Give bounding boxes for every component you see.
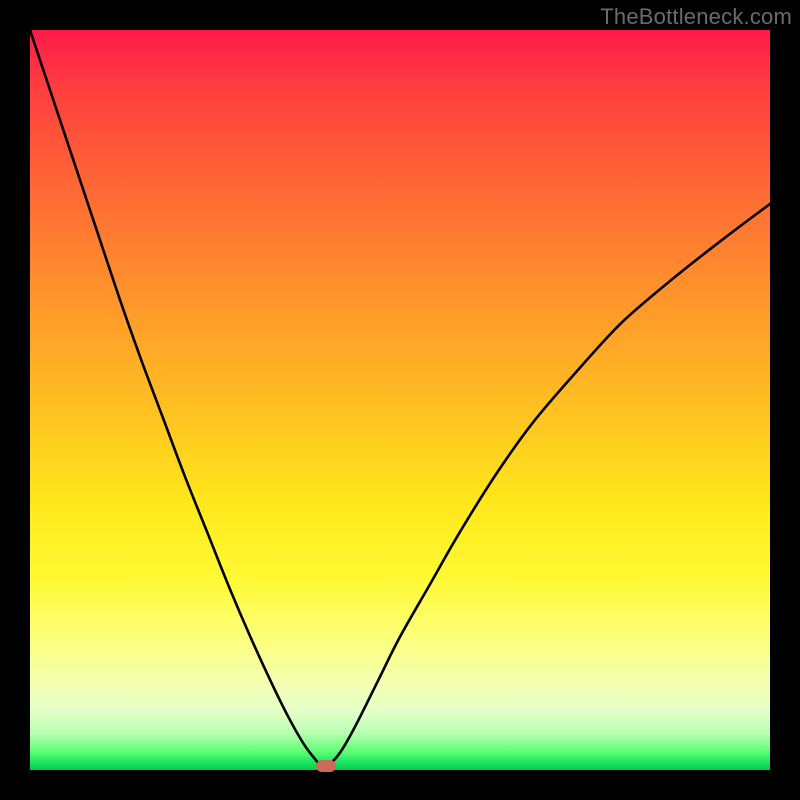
bottleneck-curve bbox=[30, 30, 770, 767]
minimum-marker bbox=[316, 760, 336, 772]
plot-area bbox=[30, 30, 770, 770]
chart-container: TheBottleneck.com bbox=[0, 0, 800, 800]
curve-svg bbox=[30, 30, 770, 770]
watermark-text: TheBottleneck.com bbox=[600, 4, 792, 30]
